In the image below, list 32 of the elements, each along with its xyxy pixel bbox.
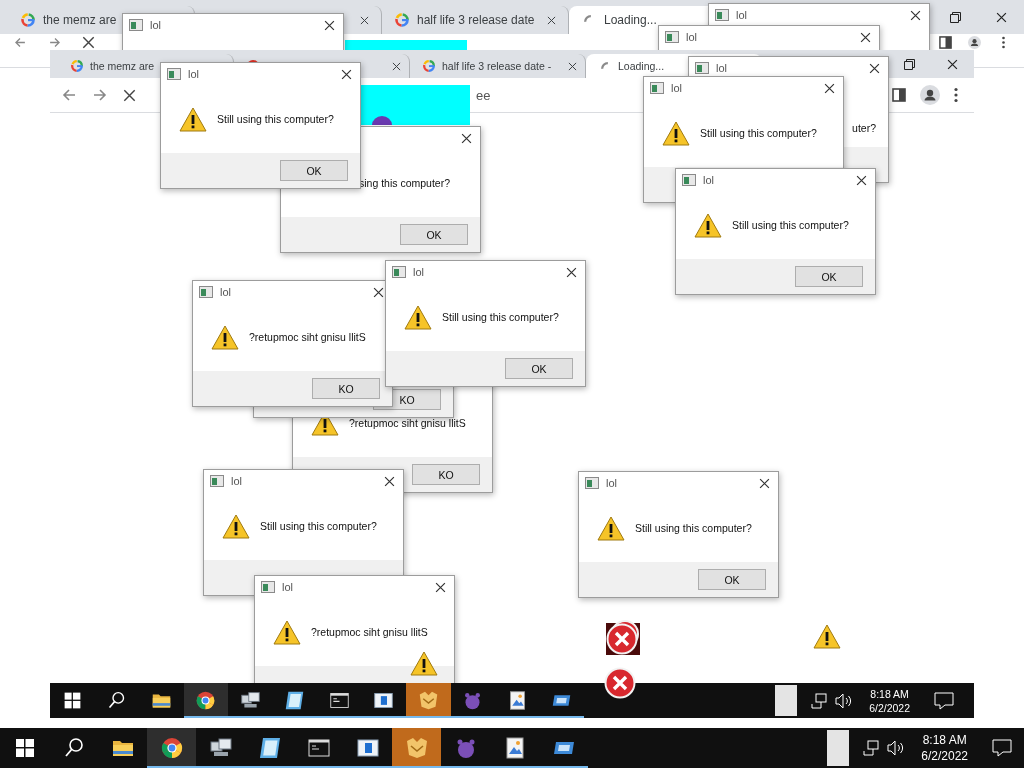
dialog-message: Still using this computer? (442, 311, 559, 323)
dialog-button[interactable]: OK (280, 160, 348, 181)
dialog-title: lol (716, 62, 727, 74)
dialog-title: lol (220, 286, 231, 298)
dialog-button[interactable]: OK (505, 358, 573, 379)
dialog-message: uter? (852, 122, 876, 134)
dialog-title: lol (282, 581, 293, 593)
dialog-title: lol (413, 266, 424, 278)
dialog-message: Still using this computer? (732, 219, 849, 231)
dialog-title: lol (188, 68, 199, 80)
dialog-message: Still using this computer? (260, 520, 377, 532)
dialog-title: lol (671, 82, 682, 94)
dialog-message: ?retupmoc siht gnisu llitS (249, 331, 366, 343)
dialog-message: ?retupmoc siht gnisu llitS (311, 626, 428, 638)
clock[interactable]: 8:18 AM 6/2/2022 (859, 686, 920, 715)
dialog-button[interactable]: KO (412, 464, 480, 485)
dialog-title: lol (150, 19, 161, 31)
dialog-title: lol (703, 174, 714, 186)
dialog-title: lol (736, 9, 747, 21)
dialog-title: lol (231, 475, 242, 487)
clock[interactable]: 8:18 AM 6/2/2022 (911, 732, 978, 764)
dialog-button[interactable]: OK (698, 569, 766, 590)
dialog-message: Still using this computer? (635, 522, 752, 534)
dialog-message: ?retupmoc siht gnisu llitS (349, 417, 466, 429)
dialog-button[interactable]: OK (400, 224, 468, 245)
dialog-button[interactable]: OK (795, 266, 863, 287)
dialog-message: Still using this computer? (217, 113, 334, 125)
dialog-button[interactable]: KO (312, 378, 380, 399)
dialog-message: Still using this computer? (700, 127, 817, 139)
address-text: ee (476, 87, 491, 103)
dialog-title: lol (686, 31, 697, 43)
dialog-title: lol (606, 477, 617, 489)
